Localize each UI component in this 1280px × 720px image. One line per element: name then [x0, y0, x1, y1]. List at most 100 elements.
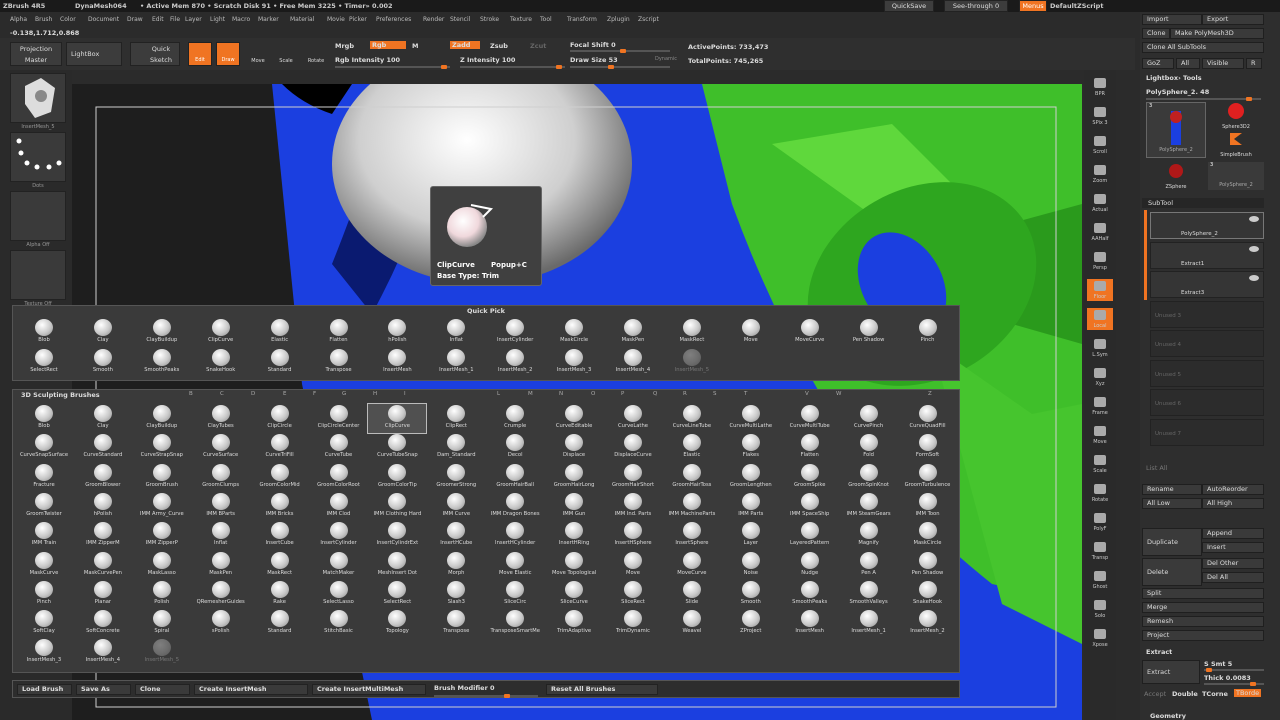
- brush-imm-dragon-bones[interactable]: IMM Dragon Bones: [486, 492, 544, 521]
- make-polymesh-button[interactable]: Make PolyMesh3D: [1170, 28, 1264, 39]
- brush-smooth[interactable]: Smooth: [74, 348, 132, 377]
- brush-morph[interactable]: Morph: [427, 551, 485, 580]
- brush-transpose[interactable]: Transpose: [310, 348, 368, 377]
- brush-groomtwister[interactable]: GroomTwister: [15, 492, 73, 521]
- double-toggle[interactable]: Double: [1172, 690, 1198, 698]
- menu-document[interactable]: Document: [88, 14, 119, 26]
- rgb-button[interactable]: Rgb: [370, 41, 406, 49]
- tcorne-toggle[interactable]: TCorne: [1202, 690, 1228, 698]
- eye-icon[interactable]: [1249, 216, 1259, 222]
- brush-layeredpattern[interactable]: LayeredPattern: [781, 521, 839, 550]
- brush-imm-army-curve[interactable]: IMM Army_Curve: [133, 492, 191, 521]
- focal-shift-slider[interactable]: [570, 49, 670, 53]
- tool-thumb-simplebrush[interactable]: SimpleBrush: [1208, 130, 1264, 158]
- subtool-row[interactable]: Unused 6: [1150, 389, 1264, 416]
- brush-groomhairshort[interactable]: GroomHairShort: [604, 463, 662, 492]
- brush-imm-train[interactable]: IMM Train: [15, 521, 73, 550]
- brush-snakehook[interactable]: SnakeHook: [192, 348, 250, 377]
- shelf-ghost-button[interactable]: Ghost: [1087, 569, 1113, 591]
- brush-imm-bricks[interactable]: IMM Bricks: [251, 492, 309, 521]
- brush-move-topological[interactable]: Move Topological: [545, 551, 603, 580]
- brush-flakes[interactable]: Flakes: [722, 433, 780, 462]
- brush-weavel[interactable]: Weavel: [663, 609, 721, 638]
- letter-index-m[interactable]: M: [528, 391, 533, 397]
- brush-inflat[interactable]: Inflat: [427, 318, 485, 347]
- subtool-row[interactable]: Unused 7: [1150, 418, 1264, 446]
- tool-thumb-polysphere2[interactable]: 3 PolySphere_2: [1208, 162, 1264, 190]
- brush-slash3[interactable]: Slash3: [427, 580, 485, 609]
- current-tool-name[interactable]: PolySphere_2. 48: [1146, 88, 1209, 96]
- brush-move-elastic[interactable]: Move Elastic: [486, 551, 544, 580]
- create-insertmesh-button[interactable]: Create InsertMesh: [194, 684, 308, 695]
- letter-index-l[interactable]: L: [497, 391, 500, 397]
- brush-insertcylinder[interactable]: InsertCylinder: [486, 318, 544, 347]
- letter-index-e[interactable]: E: [283, 391, 286, 397]
- letter-index-i[interactable]: I: [404, 391, 406, 397]
- brush-noise[interactable]: Noise: [722, 551, 780, 580]
- move-button[interactable]: Move: [248, 42, 268, 66]
- menu-macro[interactable]: Macro: [232, 14, 250, 26]
- brush-groomturbulence[interactable]: GroomTurbulence: [899, 463, 957, 492]
- brush-movecurve[interactable]: MoveCurve: [663, 551, 721, 580]
- brush-standard[interactable]: Standard: [251, 609, 309, 638]
- duplicate-button[interactable]: Duplicate: [1142, 528, 1202, 556]
- brush-matchmaker[interactable]: MatchMaker: [310, 551, 368, 580]
- brush-polish[interactable]: Polish: [133, 580, 191, 609]
- brush-topology[interactable]: Topology: [368, 609, 426, 638]
- zadd-button[interactable]: Zadd: [450, 41, 480, 49]
- shelf-spix-3-button[interactable]: SPix 3: [1087, 105, 1113, 127]
- accept-button[interactable]: Accept: [1144, 690, 1166, 698]
- menu-layer[interactable]: Layer: [185, 14, 202, 26]
- brush-masklasso[interactable]: MaskLasso: [133, 551, 191, 580]
- texture-thumbnail[interactable]: [10, 250, 66, 300]
- letter-index-q[interactable]: Q: [653, 391, 657, 397]
- brush-formsoft[interactable]: FormSoft: [899, 433, 957, 462]
- draw-size-slider[interactable]: [570, 65, 670, 69]
- menu-render[interactable]: Render: [423, 14, 444, 26]
- brush-stitchbasic[interactable]: StitchBasic: [310, 609, 368, 638]
- brush-imm-steamgears[interactable]: IMM SteamGears: [840, 492, 898, 521]
- brush-imm-ind-parts[interactable]: IMM Ind. Parts: [604, 492, 662, 521]
- menu-zscript[interactable]: Zscript: [638, 14, 659, 26]
- brush-claybuildup[interactable]: ClayBuildup: [133, 318, 191, 347]
- brush-hpolish[interactable]: hPolish: [368, 318, 426, 347]
- brush-standard[interactable]: Standard: [251, 348, 309, 377]
- rename-button[interactable]: Rename: [1142, 484, 1202, 495]
- letter-index-o[interactable]: O: [591, 391, 595, 397]
- see-through-slider[interactable]: See-through 0: [944, 0, 1008, 12]
- brush-flatten[interactable]: Flatten: [310, 318, 368, 347]
- menu-tool[interactable]: Tool: [540, 14, 552, 26]
- shelf-aahalf-button[interactable]: AAHalf: [1087, 221, 1113, 243]
- brush-smoothpeaks[interactable]: SmoothPeaks: [781, 580, 839, 609]
- alpha-thumbnail[interactable]: [10, 191, 66, 241]
- rgb-intensity-slider[interactable]: [335, 65, 450, 69]
- shelf-l-sym-button[interactable]: L.Sym: [1087, 337, 1113, 359]
- lightbox-tools-link[interactable]: Lightbox› Tools: [1146, 74, 1202, 82]
- subtool-row[interactable]: Extract3: [1150, 271, 1264, 298]
- clone-brush-button[interactable]: Clone: [135, 684, 190, 695]
- tborde-toggle[interactable]: TBorde: [1234, 689, 1262, 697]
- extract-button[interactable]: Extract: [1142, 660, 1200, 684]
- shelf-bpr-button[interactable]: BPR: [1087, 76, 1113, 98]
- brush-slicecurve[interactable]: SliceCurve: [545, 580, 603, 609]
- brush-curvepinch[interactable]: CurvePinch: [840, 404, 898, 433]
- letter-index-z[interactable]: Z: [928, 391, 932, 397]
- draw-button[interactable]: Draw: [216, 42, 240, 66]
- brush-insertmesh[interactable]: InsertMesh: [781, 609, 839, 638]
- tool-thumb-polysphere[interactable]: PolySphere_2 3: [1146, 102, 1206, 158]
- brush-softconcrete[interactable]: SoftConcrete: [74, 609, 132, 638]
- goz-r-button[interactable]: R: [1246, 58, 1262, 69]
- zcut-button[interactable]: Zcut: [530, 42, 546, 50]
- brush-maskpen[interactable]: MaskPen: [192, 551, 250, 580]
- brush-clipcirclecenter[interactable]: ClipCircleCenter: [310, 404, 368, 433]
- brush-elastic[interactable]: Elastic: [663, 433, 721, 462]
- brush-nudge[interactable]: Nudge: [781, 551, 839, 580]
- shelf-xyz-button[interactable]: Xyz: [1087, 366, 1113, 388]
- del-all-button[interactable]: Del All: [1202, 572, 1264, 583]
- brush-insertmesh-5[interactable]: InsertMesh_5: [663, 348, 721, 377]
- all-low-button[interactable]: All Low: [1142, 498, 1202, 509]
- load-brush-button[interactable]: Load Brush: [17, 684, 72, 695]
- create-insertmultimesh-button[interactable]: Create InsertMultiMesh: [312, 684, 426, 695]
- all-high-button[interactable]: All High: [1202, 498, 1264, 509]
- subtool-row[interactable]: PolySphere_2: [1150, 212, 1264, 239]
